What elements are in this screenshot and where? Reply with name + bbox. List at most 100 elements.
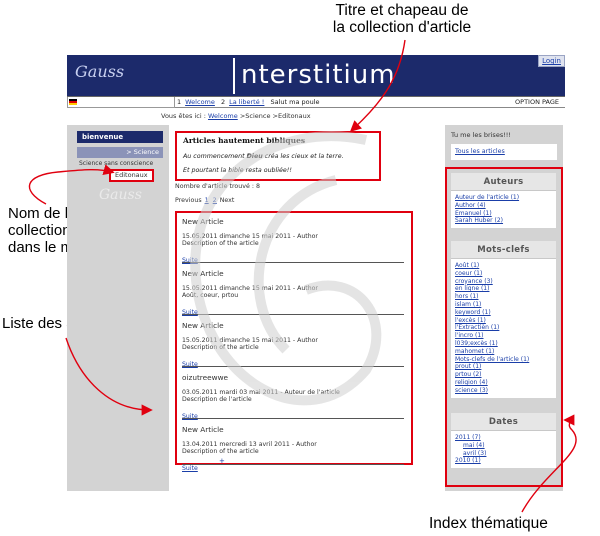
keyword-link[interactable]: mahomet (1) <box>455 348 552 356</box>
article-title[interactable]: New Article <box>182 217 404 226</box>
author-link[interactable]: Sarah Huber (2) <box>455 217 552 225</box>
menu-item-bienvenue[interactable]: bienvenue <box>77 131 163 143</box>
article-title[interactable]: New Article <box>182 425 404 434</box>
article-item: New Article 15.05.2011 dimanche 15 mai 2… <box>182 317 404 368</box>
dates-list: 2011 (7) mai (4) avril (3) 2010 (1) <box>451 431 556 468</box>
site-title: nterstitium <box>233 58 396 94</box>
keyword-link[interactable]: prtou (2) <box>455 371 552 379</box>
thematic-index: Auteurs Auteur de l'article (1) Author (4… <box>445 167 563 487</box>
callout-title-line1: Titre et chapeau de <box>335 2 469 19</box>
articles-count: Nombre d'article trouvé : 8 <box>175 183 260 190</box>
keyword-link[interactable]: croyance (3) <box>455 278 552 286</box>
date-link[interactable]: 2011 (7) <box>455 434 552 442</box>
article-item: New Article 15.05.2011 dimanche 15 mai 2… <box>182 265 404 316</box>
keyword-link[interactable]: Mots-clefs de l'article (1) <box>455 356 552 364</box>
article-more-link[interactable]: Suite <box>182 361 198 368</box>
keyword-link[interactable]: l'incro (1) <box>455 332 552 340</box>
keywords-section: Mots-clefs Août (1) coeur (1) croyance (3)… <box>451 241 556 398</box>
article-more-link[interactable]: Suite <box>182 309 198 316</box>
article-more-link[interactable]: Suite <box>182 465 198 472</box>
site-logo[interactable]: Gauss <box>75 62 124 81</box>
option-page-button[interactable]: OPTION PAGE <box>515 97 559 107</box>
dates-heading: Dates <box>451 413 556 431</box>
menu-science-subtitle: Science sans conscience <box>79 160 154 167</box>
article-meta: 13.04.2011 mercredi 13 avril 2011 - Auth… <box>182 441 317 448</box>
article-item: New Article 15.05.2011 dimanche 15 mai 2… <box>182 213 404 264</box>
author-link[interactable]: Auteur de l'article (1) <box>455 194 552 202</box>
right-sidebar: Tu me les brises!!! Tous les articles Au… <box>445 125 563 491</box>
keyword-link[interactable]: l'excès (1) <box>455 317 552 325</box>
site-header: Gauss nterstitium Login <box>67 55 565 96</box>
authors-section: Auteurs Auteur de l'article (1) Author (4… <box>451 173 556 229</box>
breadcrumb-trail: >Science >Editonaux <box>239 112 311 120</box>
chapeau-bold-word: Dieu <box>246 153 263 160</box>
article-more-link[interactable]: Suite <box>182 413 198 420</box>
keyword-link[interactable]: coeur (1) <box>455 270 552 278</box>
callout-title-chapeau: Titre et chapeau de la collection d'arti… <box>296 2 508 37</box>
author-link[interactable]: Emanuel (1) <box>455 210 552 218</box>
sidebar-tagline: Tu me les brises!!! <box>451 131 512 139</box>
article-meta: 15.05.2011 dimanche 15 mai 2011 - Author <box>182 233 318 240</box>
german-flag-icon[interactable] <box>69 99 77 105</box>
article-item: New Article 13.04.2011 mercredi 13 avril… <box>182 421 404 472</box>
keyword-link[interactable]: l'Extractièn (1) <box>455 324 552 332</box>
top-navbar: 1 Welcome 2 La liberté ! Salut ma poule OP… <box>67 96 565 108</box>
article-list: New Article 15.05.2011 dimanche 15 mai 2… <box>175 211 413 472</box>
nav-link-welcome[interactable]: Welcome <box>185 98 215 106</box>
keyword-link[interactable]: Août (1) <box>455 262 552 270</box>
article-more-link[interactable]: Suite <box>182 257 198 264</box>
nav-item-welcome[interactable]: 1 Welcome <box>177 98 215 106</box>
menu-item-editonaux[interactable]: Editonaux <box>109 169 154 182</box>
nav-item-liberte[interactable]: 2 La liberté ! <box>221 98 264 106</box>
logo-area: Gauss <box>67 55 233 96</box>
article-title[interactable]: New Article <box>182 321 404 330</box>
article-meta: 03.05.2011 mardi 03 mai 2011 - Auteur de… <box>182 389 340 396</box>
article-description: Description of the article <box>182 448 259 455</box>
keywords-heading: Mots-clefs <box>451 241 556 259</box>
breadcrumb-link-welcome[interactable]: Welcome <box>208 112 238 120</box>
date-link[interactable]: avril (3) <box>455 450 552 458</box>
keyword-link[interactable]: en ligne (1) <box>455 285 552 293</box>
date-link[interactable]: 2010 (1) <box>455 457 552 465</box>
breadcrumb: Vous êtes ici : Welcome >Science >Editon… <box>161 112 311 120</box>
dates-section: Dates 2011 (7) mai (4) avril (3) 2010 (1) <box>451 413 556 469</box>
pager-previous[interactable]: Previous <box>175 197 202 204</box>
chapeau-text: créa les cieux et la terre. <box>264 153 344 160</box>
article-meta: 15.05.2011 dimanche 15 mai 2011 - Author <box>182 337 318 344</box>
keyword-link[interactable]: islam (1) <box>455 301 552 309</box>
bottom-marker-icon[interactable]: + <box>219 457 225 465</box>
keyword-link[interactable]: keyword (1) <box>455 309 552 317</box>
keyword-link[interactable]: science (3) <box>455 387 552 395</box>
chapeau-line-2: Et pourtant la bible resta oubliée!! <box>183 167 292 174</box>
nav-item-salut[interactable]: Salut ma poule <box>270 98 319 106</box>
keywords-list: Août (1) coeur (1) croyance (3) en ligne (1… <box>451 259 556 398</box>
author-link[interactable]: Author (4) <box>455 202 552 210</box>
keyword-link[interactable]: hors (1) <box>455 293 552 301</box>
all-articles-link[interactable]: Tous les articles <box>455 148 505 155</box>
keyword-link[interactable]: religion (4) <box>455 379 552 387</box>
article-item: oizutreewwe 03.05.2011 mardi 03 mai 2011… <box>182 369 404 420</box>
chapeau-line-1: Au commencement Dieu créa les cieux et l… <box>183 152 373 161</box>
pager-page-1[interactable]: 1 <box>205 197 209 204</box>
pager-next[interactable]: Next <box>220 197 235 204</box>
article-title[interactable]: oizutreewwe <box>182 373 404 382</box>
pagination: Previous 1 2 Next <box>175 197 234 204</box>
pager-page-2[interactable]: 2 <box>213 197 217 204</box>
nav-link-liberte[interactable]: La liberté ! <box>229 98 264 106</box>
authors-list: Auteur de l'article (1) Author (4) Emanuel… <box>451 191 556 228</box>
article-title[interactable]: New Article <box>182 269 404 278</box>
article-description: Description de l'article <box>182 396 252 403</box>
all-articles-box: Tous les articles <box>451 144 557 160</box>
article-description: Description of the article <box>182 344 259 351</box>
callout-title-line2: la collection d'article <box>332 19 472 37</box>
keyword-link[interactable]: prout (1) <box>455 363 552 371</box>
login-link[interactable]: Login <box>538 55 565 67</box>
date-link[interactable]: mai (4) <box>455 442 552 450</box>
menu-item-science[interactable]: > Science <box>77 147 163 158</box>
authors-heading: Auteurs <box>451 173 556 191</box>
keyword-link[interactable]: l039;excès (1) <box>455 340 552 348</box>
collection-title: Articles hautement bibliques <box>183 136 306 145</box>
chapeau-text: Au commencement <box>183 153 245 160</box>
main-content: Articles hautement bibliques Au commence… <box>175 125 415 491</box>
website-screenshot: Gauss nterstitium Login 1 Welcome 2 La lib… <box>67 55 565 491</box>
